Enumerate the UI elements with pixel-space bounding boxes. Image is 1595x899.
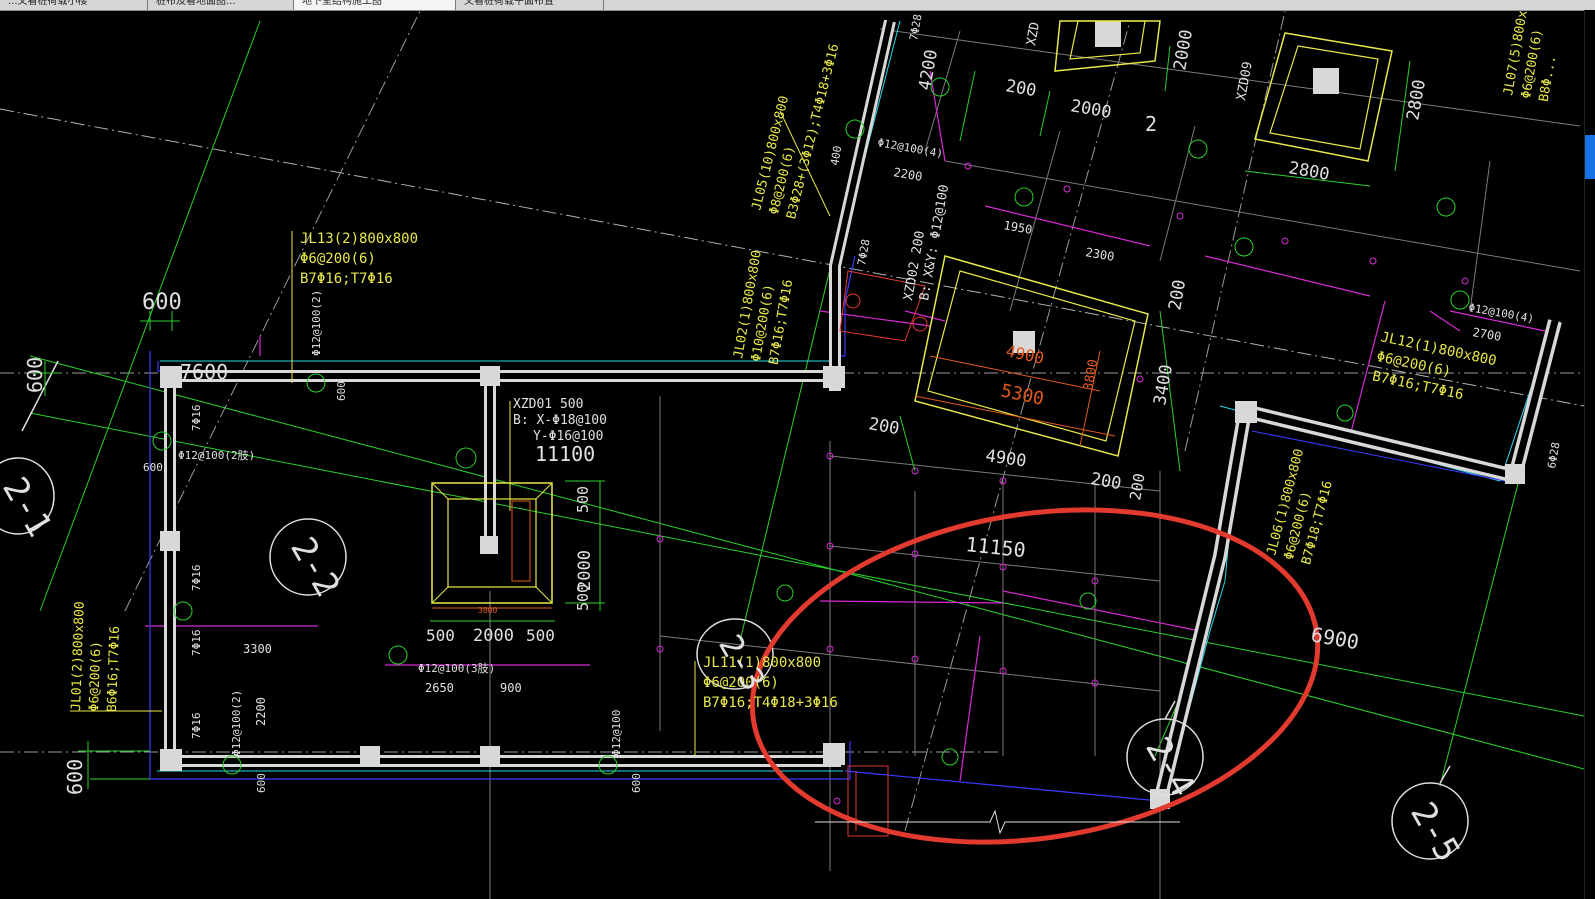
rebar-12-100-b: Φ12@100(2) bbox=[230, 690, 243, 756]
rebar-600-v-bottom: 600 bbox=[255, 773, 268, 793]
dim-200-a: 200 bbox=[867, 414, 901, 439]
tab-drawing-3[interactable]: 地下室结构施工图 bbox=[294, 0, 456, 10]
dim-200-d: 200 bbox=[1004, 76, 1038, 101]
dim-3000: 3000 bbox=[478, 606, 497, 615]
wall-bands bbox=[164, 19, 1562, 803]
cap-xzd01-x-rebar: B: X-Φ18@100 bbox=[513, 413, 607, 428]
rebar-small-labels: 7Φ16 7Φ16 7Φ16 7Φ16 7Φ28 7Φ28 6Φ28 Φ12@1… bbox=[143, 13, 1563, 793]
beam-jl01-stirrup: Φ6@200(6) bbox=[87, 641, 104, 712]
beam-jl13-rebar: B7Φ16;T7Φ16 bbox=[300, 271, 393, 287]
rebar-7-28-a: 7Φ28 bbox=[907, 13, 924, 41]
dim-2650: 2650 bbox=[425, 681, 454, 695]
rebar-7-16-a: 7Φ16 bbox=[190, 405, 203, 432]
beam-jl11-rebar: B7Φ16;T4Φ18+3Φ16 bbox=[703, 695, 838, 711]
beam-label-jl05: JL05(10)800x800 Φ8@200(6) B3Φ28+(3Φ12);T… bbox=[749, 42, 842, 220]
dim-600-left: 600 bbox=[23, 357, 47, 393]
beam-label-jl07: JL07(5)800x80 Φ6@200(6) B8Φ... bbox=[1501, 11, 1559, 103]
rebar-12-100-f: Φ12@100 bbox=[610, 710, 623, 756]
dim-3800: 3800 bbox=[1081, 358, 1101, 391]
dim-5300: 5300 bbox=[999, 380, 1046, 410]
rebar-7-28-b: 7Φ28 bbox=[855, 238, 872, 266]
dim-2000-top-v: 2000 bbox=[1170, 28, 1197, 72]
beam-label-jl06: JL06(1)800x800 Φ6@200(6) B7Φ18;T7Φ16 bbox=[1264, 447, 1336, 566]
dim-600-top: 600 bbox=[142, 290, 182, 315]
dim-1950-label: 1950 bbox=[1002, 218, 1033, 237]
dim-600-bottom: 600 bbox=[63, 759, 87, 795]
tab-drawing-1[interactable]: ...又看桩荷载小楼 bbox=[0, 0, 148, 10]
scrollbar-thumb[interactable] bbox=[1585, 135, 1595, 179]
beam-label-jl01: JL01(2)800x800 Φ6@200(6) B6Φ16;T7Φ16 bbox=[69, 601, 123, 713]
beam-jl01-rebar: B6Φ16;T7Φ16 bbox=[105, 626, 123, 713]
dim-2200: 2200 bbox=[254, 697, 268, 726]
dim-2800-h: 2800 bbox=[1287, 158, 1331, 185]
rebar-12-100-a: Φ12@100(2肢) bbox=[178, 448, 255, 462]
beam-jl12-rebar: B7Φ16;T7Φ16 bbox=[1371, 368, 1465, 403]
dim-2700: 2700 bbox=[1471, 325, 1502, 344]
rebar-7-16-b: 7Φ16 bbox=[190, 565, 203, 592]
dim-4900-red: 4900 bbox=[1004, 341, 1046, 368]
dim-4200: 4200 bbox=[915, 48, 942, 92]
dim-7600: 7600 bbox=[180, 360, 228, 384]
beam-jl01-name: JL01(2)800x800 bbox=[69, 601, 88, 711]
dim-4900: 4900 bbox=[984, 446, 1027, 472]
dim-500-v-bottom: 500 bbox=[574, 584, 592, 611]
axis-labels: 2-1 2-2 2-3 2-4 2-5 bbox=[0, 471, 1468, 869]
dim-200-c: 200 bbox=[1165, 278, 1190, 312]
rebar-600-v-bottom-2: 600 bbox=[630, 773, 643, 793]
dim-500-v-top: 500 bbox=[574, 486, 592, 513]
rebar-12-100-top: Φ12@100(2) bbox=[310, 290, 323, 356]
dim-2000-top: 2000 bbox=[1069, 96, 1113, 123]
rebar-6-28: 6Φ28 bbox=[1545, 441, 1562, 469]
cad-drawing-canvas[interactable]: JL13(2)800x800 Φ6@200(6) B7Φ16;T7Φ16 JL0… bbox=[0, 11, 1584, 899]
dim-900: 900 bbox=[500, 681, 522, 695]
dim-11150: 11150 bbox=[964, 532, 1026, 562]
break-line bbox=[815, 809, 1180, 835]
beam-label-jl12: JL12(1)800x800 Φ6@200(6) B7Φ16;T7Φ16 bbox=[1371, 329, 1498, 403]
rebar-12-100-d: Φ12@100(4) bbox=[876, 136, 943, 160]
beam-label-jl13: JL13(2)800x800 Φ6@200(6) B7Φ16;T7Φ16 bbox=[300, 231, 418, 287]
dim-11100: 11100 bbox=[535, 442, 595, 466]
dim-200-b: 200 bbox=[1089, 469, 1123, 494]
dim-500-h-left: 500 bbox=[426, 626, 455, 645]
rebar-12-100-c: Φ12@100(3肢) bbox=[418, 661, 495, 675]
beam-jl13-stirrup: Φ6@200(6) bbox=[300, 251, 376, 267]
rebar-7-16-c: 7Φ16 bbox=[190, 630, 203, 657]
wall-outlines bbox=[149, 20, 1546, 802]
cap-xzd09-name: XZD09 bbox=[1234, 61, 1256, 102]
drawing-tab-bar: ...又看桩荷载小楼 桩布及看地面图... 地下室结构施工图 又看桩荷载平面布置 bbox=[0, 0, 1595, 11]
dim-2: 2 bbox=[1145, 112, 1157, 136]
rebar-600-h: 600 bbox=[143, 461, 163, 474]
dim-2000-horizontal: 2000 bbox=[473, 626, 514, 646]
axis-label-2-5: 2-5 bbox=[1402, 796, 1467, 869]
rebar-600-v: 600 bbox=[335, 381, 348, 401]
tab-drawing-2[interactable]: 桩布及看地面图... bbox=[148, 0, 294, 10]
dim-200-e: 200 bbox=[1126, 472, 1148, 502]
axis-label-2-2: 2-2 bbox=[282, 531, 347, 604]
beam-label-jl02: JL02(1)800x800 Φ10@200(6) B7Φ16;T7Φ16 bbox=[731, 249, 796, 366]
dim-2200-top: 2200 bbox=[892, 165, 923, 184]
cap-top-name: XZD bbox=[1024, 21, 1043, 47]
red-annotation-ellipse bbox=[749, 507, 1321, 845]
dim-400: 400 bbox=[828, 145, 844, 167]
beam-jl05-rebar: B3Φ28+(3Φ12);T4Φ18+3Φ16 bbox=[784, 42, 842, 220]
cap-xzd01-name: XZD01 500 bbox=[513, 397, 583, 412]
dim-500-h-right: 500 bbox=[526, 626, 555, 645]
wall-columns bbox=[160, 21, 1525, 809]
rebar-7-16-d: 7Φ16 bbox=[190, 713, 203, 740]
dim-2300-label: 2300 bbox=[1084, 245, 1115, 264]
beam-jl13-name: JL13(2)800x800 bbox=[300, 231, 418, 247]
dim-3400: 3400 bbox=[1150, 363, 1177, 407]
tab-drawing-4[interactable]: 又看桩荷载平面布置 bbox=[456, 0, 604, 10]
dim-3300: 3300 bbox=[243, 642, 272, 656]
